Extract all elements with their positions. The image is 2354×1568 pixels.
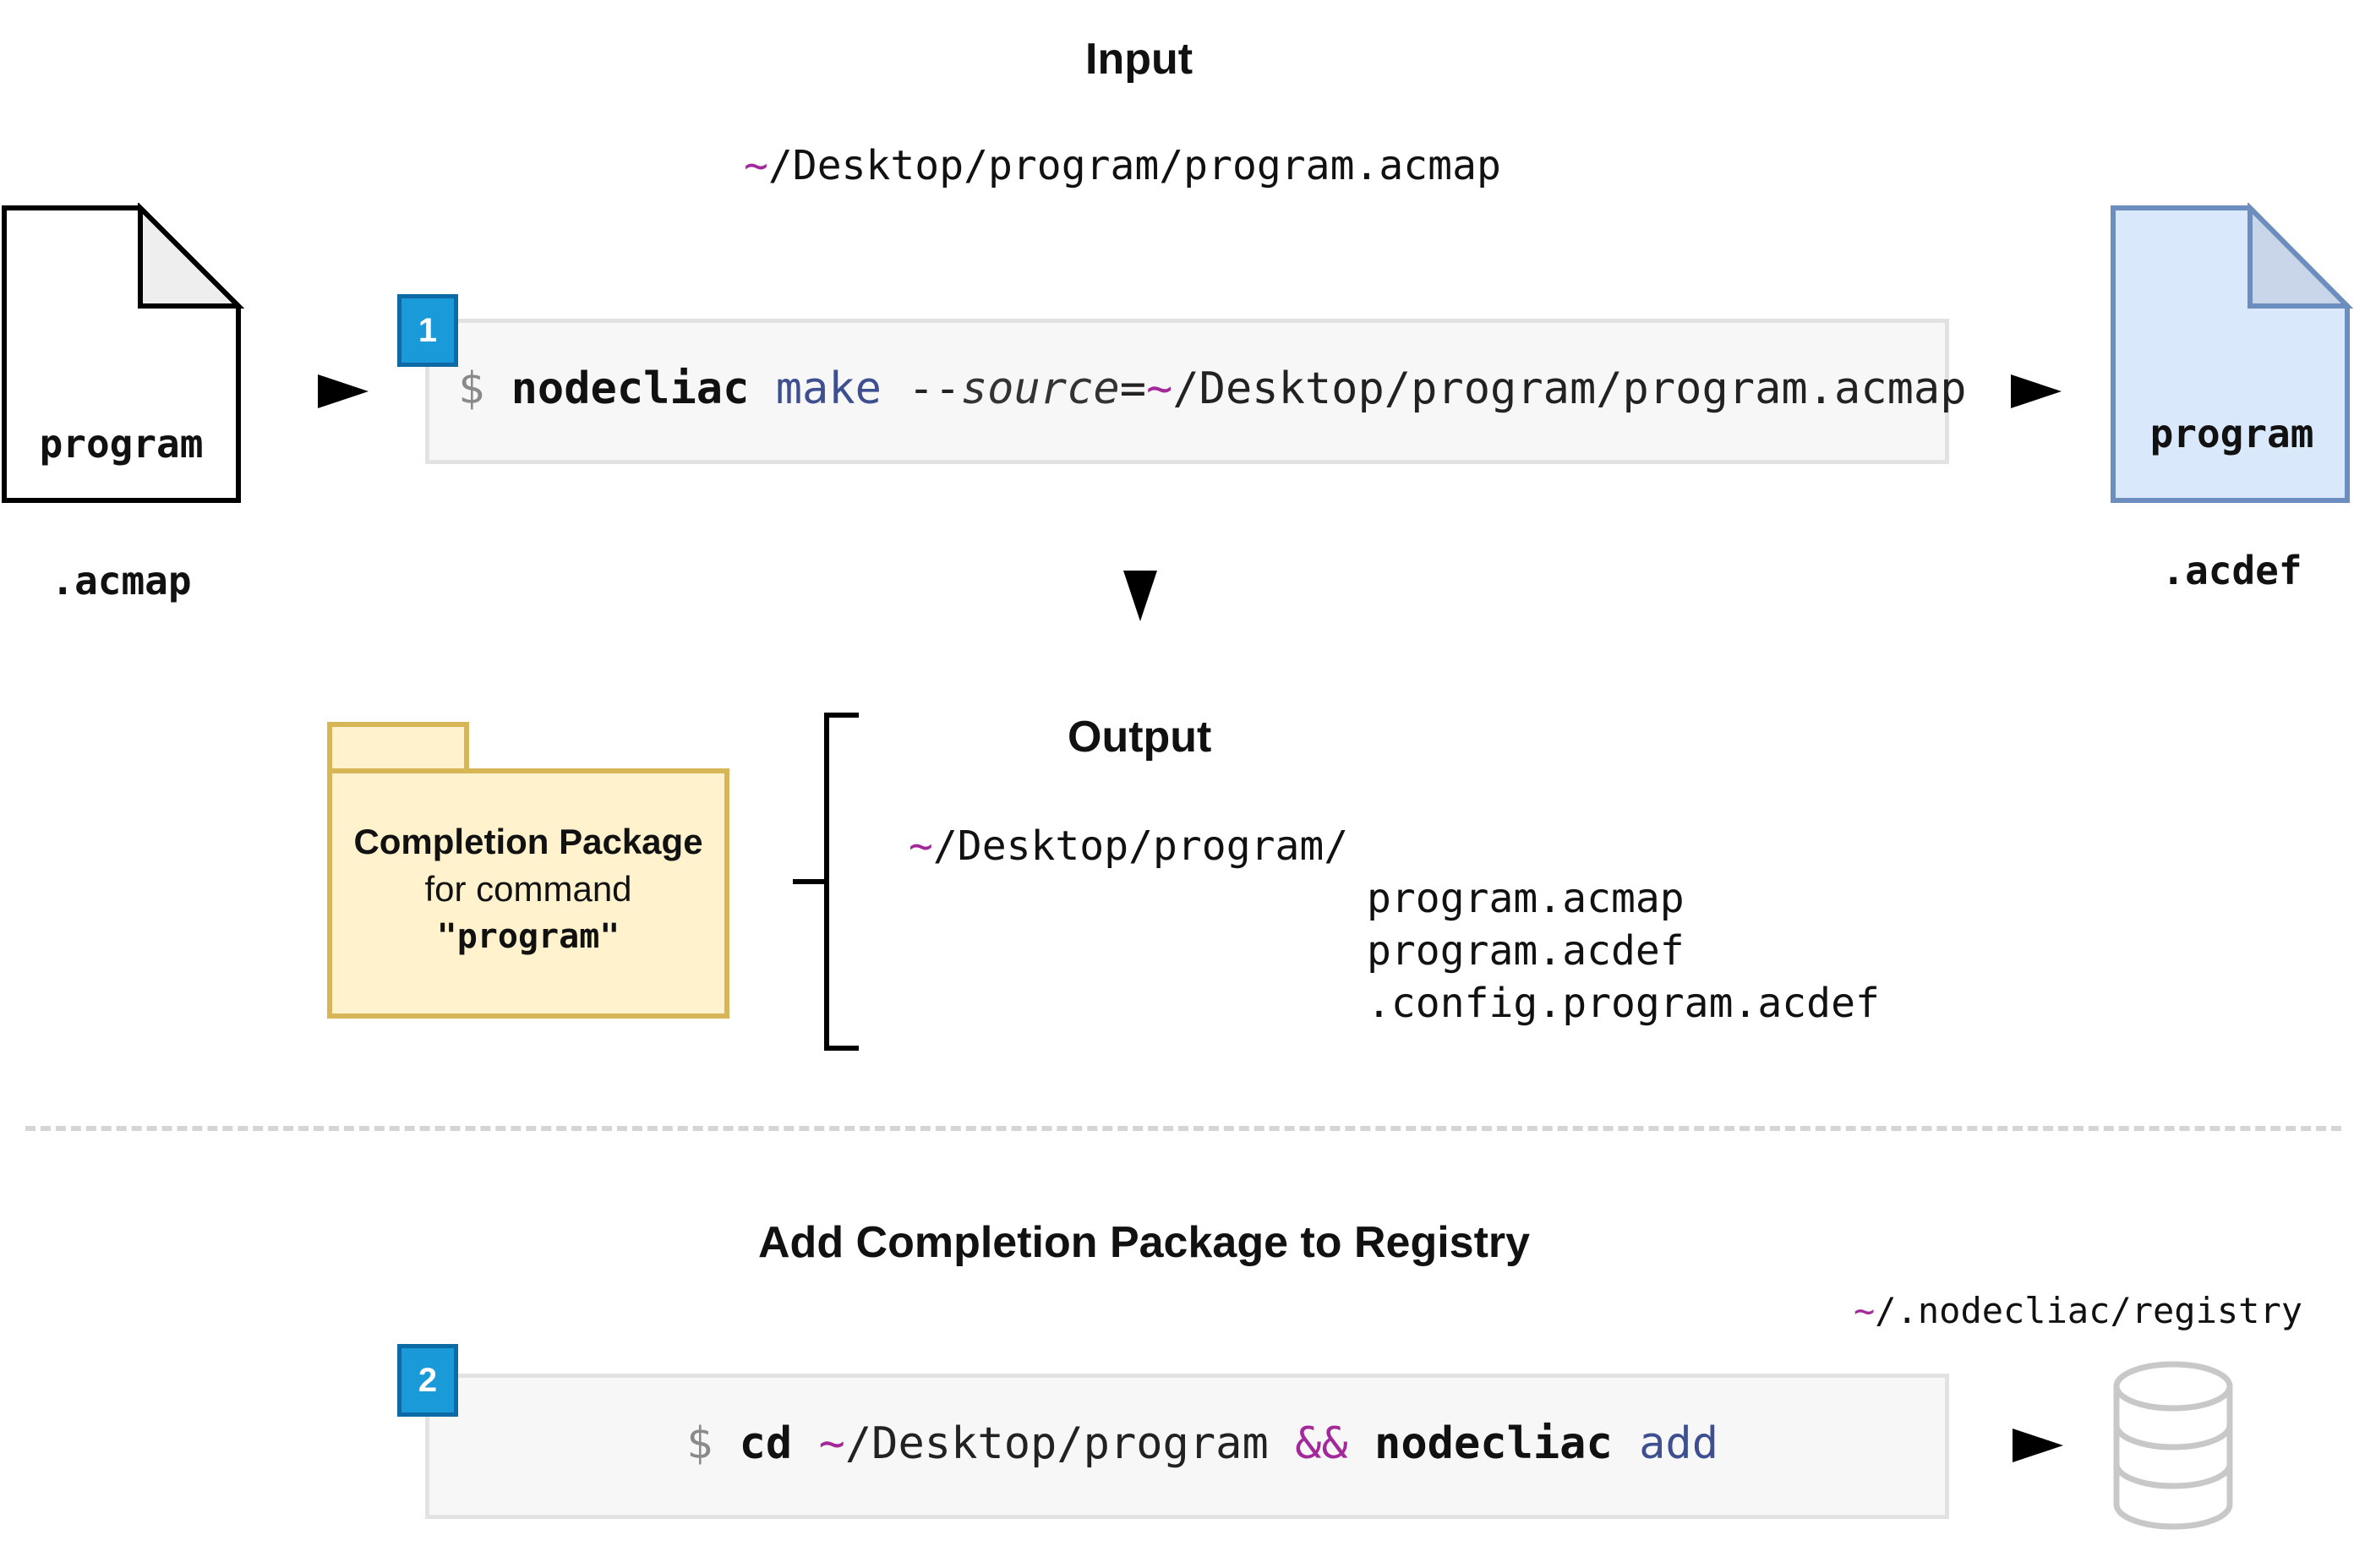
cd-path: /Desktop/program (844, 1418, 1269, 1469)
package-subtitle: for command (424, 869, 632, 909)
make-command: $ nodecliac make --source=~/Desktop/prog… (458, 363, 1967, 414)
acdef-file-ext: .acdef (2161, 548, 2302, 593)
step-1-badge: 1 (397, 294, 458, 367)
output-dir-path: /Desktop/program/ (932, 822, 1349, 870)
acmap-file-name: program (39, 421, 204, 467)
package-command-name: "program" (436, 917, 620, 956)
registry-path: ~/.nodecliac/registry (1854, 1290, 2302, 1331)
flag-dashes: -- (908, 363, 961, 414)
command-name: nodecliac (1374, 1418, 1613, 1469)
command-name: nodecliac (511, 363, 750, 414)
acdef-file-label: program .acdef (2113, 320, 2351, 685)
output-directory: ~/Desktop/program/ (909, 822, 1348, 870)
step-2-badge: 2 (397, 1344, 458, 1417)
output-file-2: program.acdef (1367, 927, 1685, 975)
input-heading: Input (1085, 35, 1193, 84)
registry-heading: Add Completion Package to Registry (758, 1218, 1531, 1267)
flag-equals: = (1119, 363, 1147, 414)
package-title: Completion Package (353, 822, 703, 861)
acdef-file-name: program (2149, 411, 2314, 456)
input-path: ~/Desktop/program/program.acmap (744, 142, 1501, 189)
arg-tilde: ~ (1146, 363, 1173, 414)
bracket-icon (793, 713, 859, 1051)
output-heading: Output (1068, 713, 1212, 762)
subcommand-add: add (1639, 1418, 1719, 1469)
arrow-right-icon (2013, 1429, 2063, 1462)
arrow-right-icon (318, 374, 369, 408)
database-icon (2113, 1361, 2233, 1530)
section-divider (25, 1126, 2341, 1131)
input-path-tilde: ~ (744, 142, 768, 189)
subcommand-make: make (775, 363, 882, 414)
prompt-symbol: $ (458, 363, 485, 414)
arrow-down-icon (1123, 571, 1157, 621)
registry-path-rest: /.nodecliac/registry (1875, 1290, 2303, 1331)
cd-path-tilde: ~ (818, 1418, 845, 1469)
acmap-file-ext: .acmap (51, 558, 192, 604)
output-file-3: .config.program.acdef (1367, 980, 1880, 1027)
diagram-canvas: Input ~/Desktop/program/program.acmap pr… (0, 0, 2354, 1568)
output-dir-tilde: ~ (909, 822, 933, 870)
registry-path-tilde: ~ (1854, 1290, 1876, 1331)
cd-command: cd (739, 1418, 793, 1469)
and-operator: && (1295, 1418, 1348, 1469)
arrow-right-icon (2011, 374, 2062, 408)
add-command: $ cd ~/Desktop/program && nodecliac add (686, 1418, 1718, 1469)
package-label: Completion Package for command "program" (330, 818, 727, 960)
prompt-symbol: $ (686, 1418, 713, 1469)
acmap-file-label: program .acmap (4, 330, 238, 695)
flag-source: source (960, 363, 1120, 414)
input-path-rest: /Desktop/program/program.acmap (767, 142, 1501, 189)
arg-path: /Desktop/program/program.acmap (1172, 363, 1967, 414)
output-file-1: program.acmap (1367, 875, 1685, 922)
